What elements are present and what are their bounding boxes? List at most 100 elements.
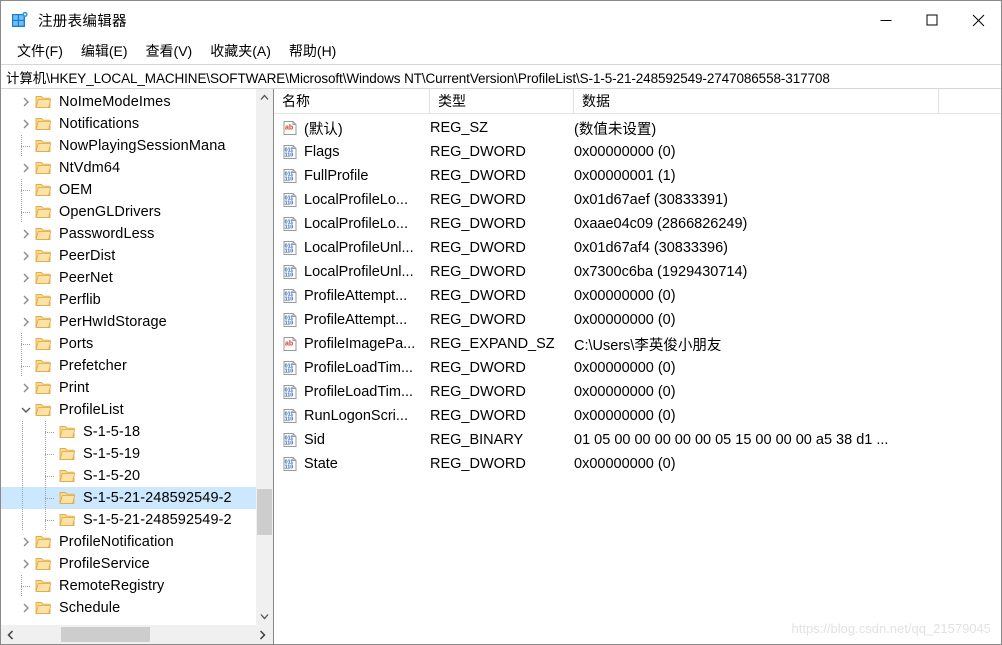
close-button[interactable]: [955, 1, 1001, 39]
value-row[interactable]: ab (默认) REG_SZ (数值未设置): [274, 116, 1001, 140]
chevron-right-icon[interactable]: [17, 157, 35, 179]
menu-help[interactable]: 帮助(H): [280, 39, 345, 64]
folder-icon: [35, 579, 52, 593]
folder-icon: [35, 381, 52, 395]
menu-view[interactable]: 查看(V): [137, 39, 202, 64]
tree-hscrollbar-thumb[interactable]: [61, 627, 150, 642]
tree-connector-line: [22, 443, 23, 465]
value-data: 01 05 00 00 00 00 00 05 15 00 00 00 a5 3…: [574, 432, 889, 448]
chevron-right-icon[interactable]: [17, 223, 35, 245]
value-type: REG_DWORD: [430, 192, 526, 208]
column-header-data[interactable]: 数据: [574, 89, 939, 113]
tree-item-notifications[interactable]: Notifications: [1, 113, 256, 135]
value-row[interactable]: 011 110 LocalProfileUnl... REG_DWORD 0x7300c…: [274, 260, 1001, 284]
value-row[interactable]: 011 110 LocalProfileLo... REG_DWORD 0xaae04c…: [274, 212, 1001, 236]
tree-item-print[interactable]: Print: [1, 377, 256, 399]
chevron-right-icon[interactable]: [17, 267, 35, 289]
tree-item-s-1-5-19[interactable]: S-1-5-19: [1, 443, 256, 465]
chevron-right-icon[interactable]: [17, 91, 35, 113]
menu-edit[interactable]: 编辑(E): [72, 39, 137, 64]
folder-icon: [59, 425, 76, 439]
value-row[interactable]: ab ProfileImagePa... REG_EXPAND_SZ C:\Users…: [274, 332, 1001, 356]
chevron-down-icon[interactable]: [17, 399, 35, 421]
tree-item-perflib[interactable]: Perflib: [1, 289, 256, 311]
chevron-right-icon[interactable]: [17, 531, 35, 553]
tree-item-opengldrivers[interactable]: OpenGLDrivers: [1, 201, 256, 223]
watermark-text: https://blog.csdn.net/qq_21579045: [791, 621, 992, 636]
value-type: REG_DWORD: [430, 384, 526, 400]
address-bar[interactable]: 计算机\HKEY_LOCAL_MACHINE\SOFTWARE\Microsof…: [1, 64, 1001, 89]
scroll-right-button[interactable]: [253, 625, 272, 644]
value-data: 0x00000000 (0): [574, 360, 676, 376]
tree-item-schedule[interactable]: Schedule: [1, 597, 256, 619]
menu-file[interactable]: 文件(F): [8, 39, 72, 64]
tree-scrollbar-thumb[interactable]: [257, 489, 272, 535]
value-data: 0x7300c6ba (1929430714): [574, 264, 748, 280]
chevron-right-icon[interactable]: [17, 113, 35, 135]
chevron-right-icon[interactable]: [17, 311, 35, 333]
chevron-right-icon[interactable]: [17, 553, 35, 575]
chevron-right-icon[interactable]: [17, 377, 35, 399]
tree-indent: [1, 421, 41, 443]
menu-favorites[interactable]: 收藏夹(A): [201, 39, 280, 64]
value-row[interactable]: 011 110 State REG_DWORD 0x00000000 (0): [274, 452, 1001, 476]
tree-item-label: S-1-5-21-248592549-2: [83, 512, 232, 528]
tree-indent: [1, 509, 41, 531]
registry-tree[interactable]: NoImeModeImes Notifications NowPlayingSess…: [1, 89, 256, 625]
value-row[interactable]: 011 110 RunLogonScri... REG_DWORD 0x00000000…: [274, 404, 1001, 428]
folder-icon: [35, 293, 52, 307]
value-name: ProfileAttempt...: [304, 312, 408, 328]
value-name: LocalProfileLo...: [304, 192, 408, 208]
tree-item-peerdist[interactable]: PeerDist: [1, 245, 256, 267]
value-row[interactable]: 011 110 ProfileLoadTim... REG_DWORD 0x000000…: [274, 356, 1001, 380]
column-header-name[interactable]: 名称: [274, 89, 430, 113]
tree-item-oem[interactable]: OEM: [1, 179, 256, 201]
value-data: (数值未设置): [574, 121, 657, 138]
tree-horizontal-scrollbar[interactable]: [1, 625, 273, 644]
tree-item-profilenotification[interactable]: ProfileNotification: [1, 531, 256, 553]
tree-item-profileservice[interactable]: ProfileService: [1, 553, 256, 575]
tree-item-ntvdm64[interactable]: NtVdm64: [1, 157, 256, 179]
value-name: Flags: [304, 144, 340, 160]
tree-item-prefetcher[interactable]: Prefetcher: [1, 355, 256, 377]
tree-item-s-1-5-20[interactable]: S-1-5-20: [1, 465, 256, 487]
value-row[interactable]: 011 110 ProfileAttempt... REG_DWORD 0x000000…: [274, 308, 1001, 332]
tree-item-s-1-5-18[interactable]: S-1-5-18: [1, 421, 256, 443]
folder-icon: [35, 271, 52, 285]
value-row[interactable]: 011 110 Flags REG_DWORD 0x00000000 (0): [274, 140, 1001, 164]
chevron-right-icon[interactable]: [17, 245, 35, 267]
chevron-right-icon[interactable]: [17, 597, 35, 619]
folder-icon: [35, 249, 52, 263]
value-row[interactable]: 011 110 ProfileLoadTim... REG_DWORD 0x000000…: [274, 380, 1001, 404]
tree-item-profilelist[interactable]: ProfileList: [1, 399, 256, 421]
tree-item-s-1-5-21-248592549-2[interactable]: S-1-5-21-248592549-2: [1, 509, 256, 531]
tree-item-nowplayingsessionmana[interactable]: NowPlayingSessionMana: [1, 135, 256, 157]
folder-icon: [59, 513, 76, 527]
values-list[interactable]: ab (默认) REG_SZ (数值未设置) 011 110 Flags REG_DWORD 0…: [274, 114, 1001, 644]
tree-item-ports[interactable]: Ports: [1, 333, 256, 355]
tree-item-label: OpenGLDrivers: [59, 204, 162, 220]
tree-vertical-scrollbar[interactable]: [256, 89, 273, 625]
column-header-type[interactable]: 类型: [430, 89, 574, 113]
scroll-left-button[interactable]: [1, 625, 20, 644]
tree-item-peernet[interactable]: PeerNet: [1, 267, 256, 289]
tree-item-remoteregistry[interactable]: RemoteRegistry: [1, 575, 256, 597]
value-row[interactable]: 011 110 ProfileAttempt... REG_DWORD 0x000000…: [274, 284, 1001, 308]
scroll-up-button[interactable]: [256, 89, 273, 106]
value-row[interactable]: 011 110 LocalProfileLo... REG_DWORD 0x01d67a…: [274, 188, 1001, 212]
svg-text:110: 110: [285, 297, 294, 303]
scroll-down-button[interactable]: [256, 608, 273, 625]
value-row[interactable]: 011 110 Sid REG_BINARY 01 05 00 00 00 00 00 …: [274, 428, 1001, 452]
minimize-button[interactable]: [863, 1, 909, 39]
maximize-button[interactable]: [909, 1, 955, 39]
tree-item-noimemodeimes[interactable]: NoImeModeImes: [1, 91, 256, 113]
tree-item-passwordless[interactable]: PasswordLess: [1, 223, 256, 245]
chevron-right-icon[interactable]: [17, 289, 35, 311]
value-row[interactable]: 011 110 LocalProfileUnl... REG_DWORD 0x01d67…: [274, 236, 1001, 260]
tree-item-perhwidstorage[interactable]: PerHwIdStorage: [1, 311, 256, 333]
tree-item-s-1-5-21-248592549-2[interactable]: S-1-5-21-248592549-2: [1, 487, 256, 509]
value-name: ProfileAttempt...: [304, 288, 408, 304]
value-row[interactable]: 011 110 FullProfile REG_DWORD 0x00000001 (1): [274, 164, 1001, 188]
